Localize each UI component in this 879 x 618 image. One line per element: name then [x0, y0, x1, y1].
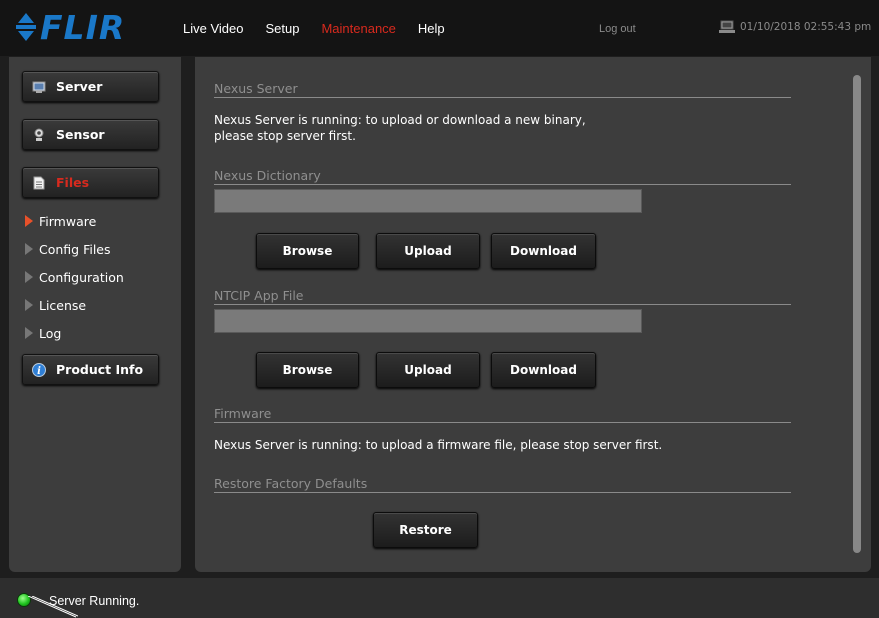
restore-defaults-title: Restore Factory Defaults [214, 476, 791, 493]
arrow-right-icon [25, 243, 33, 255]
files-button-label: Files [56, 175, 90, 190]
sidebar-item-label: Configuration [39, 269, 124, 285]
sidebar-item-configuration[interactable]: Configuration [25, 268, 124, 286]
sidebar-item-label: Firmware [39, 213, 97, 229]
arrow-right-icon [25, 327, 33, 339]
product-info-button-label: Product Info [56, 362, 144, 377]
arrow-right-icon [25, 271, 33, 283]
arrow-right-icon [25, 215, 33, 227]
nexus-server-title: Nexus Server [214, 81, 791, 98]
flir-logo: FLIR [14, 7, 126, 47]
datetime-text: 01/10/2018 02:55:43 pm [740, 21, 872, 33]
ntcip-upload-button[interactable]: Upload [376, 352, 480, 388]
vertical-scrollbar[interactable] [853, 75, 861, 553]
ntcip-browse-button[interactable]: Browse [256, 352, 359, 388]
product-info-button[interactable]: i Product Info [22, 354, 159, 385]
sidebar-item-label: Config Files [39, 241, 111, 257]
restore-button[interactable]: Restore [373, 512, 478, 548]
sidebar-item-config-files[interactable]: Config Files [25, 240, 111, 258]
nav-setup[interactable]: Setup [265, 21, 299, 36]
info-icon: i [32, 362, 46, 377]
logout-link[interactable]: Log out [599, 23, 636, 35]
main-content: Nexus Server Nexus Server is running: to… [195, 57, 871, 572]
top-bar: FLIR Live Video Setup Maintenance Help L… [0, 0, 879, 56]
nav-live-video[interactable]: Live Video [183, 21, 243, 36]
files-button[interactable]: Files [22, 167, 159, 198]
nexus-dictionary-title: Nexus Dictionary [214, 168, 791, 185]
server-button[interactable]: Server [22, 71, 159, 102]
nexus-dictionary-download-button[interactable]: Download [491, 233, 596, 269]
logo-text: FLIR [40, 7, 126, 47]
sidebar-item-license[interactable]: License [25, 296, 86, 314]
ntcip-app-file-title: NTCIP App File [214, 288, 791, 305]
sensor-button-label: Sensor [56, 127, 105, 142]
server-button-label: Server [56, 79, 103, 94]
laptop-icon [719, 20, 735, 33]
nexus-dictionary-browse-button[interactable]: Browse [256, 233, 359, 269]
sensor-button[interactable]: Sensor [22, 119, 159, 150]
datetime-display: 01/10/2018 02:55:43 pm [719, 20, 871, 34]
sidebar-item-firmware[interactable]: Firmware [25, 212, 96, 230]
sidebar-item-log[interactable]: Log [25, 324, 61, 342]
ntcip-download-button[interactable]: Download [491, 352, 596, 388]
nexus-server-message: Nexus Server is running: to upload or do… [214, 113, 586, 143]
svg-text:i: i [37, 366, 41, 377]
nav-maintenance[interactable]: Maintenance [321, 21, 395, 36]
ntcip-app-file-field[interactable] [214, 309, 642, 333]
status-bar: Server Running. [0, 578, 879, 618]
file-icon [32, 176, 46, 190]
arrow-right-icon [25, 299, 33, 311]
server-icon [32, 80, 46, 94]
sidebar-item-label: Log [39, 325, 62, 341]
nav-help[interactable]: Help [418, 21, 445, 36]
flir-logo-icon [16, 13, 36, 41]
callout-lines [28, 596, 78, 618]
firmware-message: Nexus Server is running: to upload a fir… [214, 438, 663, 452]
main-nav: Live Video Setup Maintenance Help [183, 21, 467, 36]
nexus-dictionary-file-field[interactable] [214, 189, 642, 213]
sidebar: Server Sensor Files Firmware Config File… [9, 57, 181, 572]
sensor-icon [32, 128, 46, 142]
sidebar-item-label: License [39, 297, 87, 313]
nexus-dictionary-upload-button[interactable]: Upload [376, 233, 480, 269]
firmware-title: Firmware [214, 406, 791, 423]
